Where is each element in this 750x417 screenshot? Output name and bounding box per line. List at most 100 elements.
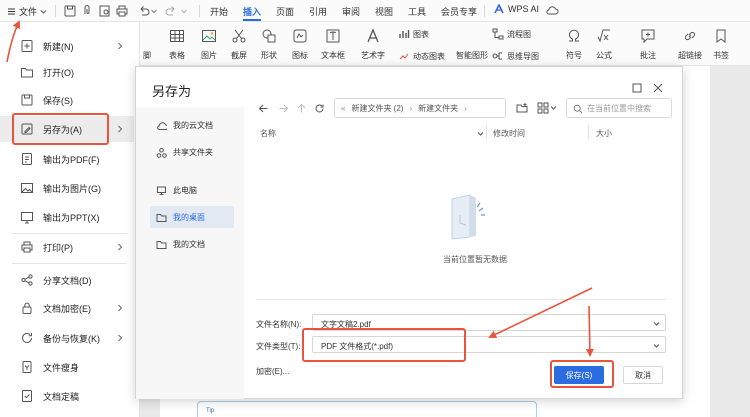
wordart-button[interactable]: 艺术字: [361, 28, 385, 61]
file-menu-item-label: 文件瘦身: [43, 362, 80, 373]
maximize-icon[interactable]: [631, 82, 643, 94]
icon-button[interactable]: 图标: [292, 28, 308, 61]
divider: [256, 299, 666, 300]
close-icon[interactable]: [652, 82, 664, 94]
location-item[interactable]: 此电脑: [150, 179, 234, 201]
wps-ai-button[interactable]: WPS AI: [494, 4, 539, 14]
breadcrumb-item[interactable]: 新建文件夹: [418, 103, 458, 114]
search-icon: [573, 104, 583, 114]
location-item-label: 我的桌面: [173, 212, 205, 222]
undo-icon[interactable]: [137, 4, 151, 18]
pdf-export-icon[interactable]: [81, 4, 95, 18]
location-item[interactable]: 共享文件夹: [150, 141, 234, 163]
tab-page[interactable]: 页面: [276, 5, 294, 18]
mindmap-icon: [492, 52, 502, 60]
dropdown-icon[interactable]: [150, 4, 158, 18]
picture-button[interactable]: 图片: [201, 28, 217, 61]
breadcrumb[interactable]: « 新建文件夹 (2) › 新建文件夹 ›: [334, 98, 506, 118]
chevron-down-icon[interactable]: [550, 104, 557, 111]
chevron-right-icon: [118, 334, 123, 342]
cloud-sync-icon[interactable]: [545, 4, 559, 18]
view-mode-icon[interactable]: [537, 102, 549, 114]
bookmark-label: 书签: [713, 51, 729, 60]
file-menu-item[interactable]: 打印(P): [0, 234, 134, 260]
chevron-down-icon[interactable]: [653, 342, 660, 349]
tab-view[interactable]: 视图: [375, 5, 393, 18]
smart-art-button[interactable]: 智能图形: [456, 50, 488, 61]
print-preview-icon[interactable]: [98, 4, 112, 18]
formula-button[interactable]: 公式: [596, 28, 612, 61]
tab-home[interactable]: 开始: [210, 5, 228, 18]
dropdown-icon[interactable]: [180, 4, 188, 18]
file-menu-item[interactable]: 备份与恢复(K): [0, 325, 134, 351]
file-menu-button[interactable]: 文件: [4, 3, 48, 19]
picture-icon: [202, 30, 216, 42]
column-header-modified[interactable]: 修改时间: [493, 128, 525, 139]
forward-arrow-icon[interactable]: [278, 103, 289, 114]
lock-icon: [22, 302, 32, 314]
location-item[interactable]: 我的桌面: [150, 206, 234, 228]
location-item[interactable]: 我的云文档: [150, 114, 234, 136]
new-folder-icon[interactable]: [516, 102, 528, 114]
file-menu-item-label: 分享文档(D): [43, 275, 92, 286]
shape-label: 形状: [261, 51, 277, 60]
file-menu-item[interactable]: 文档定稿: [0, 383, 134, 409]
shape-button[interactable]: 形状: [261, 28, 277, 61]
file-menu-item[interactable]: 新建(N): [0, 33, 134, 59]
hyperlink-button[interactable]: 超链接: [678, 28, 702, 61]
dynamic-chart-button[interactable]: 动态图表: [398, 50, 445, 62]
textbox-icon: [326, 29, 340, 43]
flowchart-button[interactable]: 流程图: [492, 28, 531, 40]
file-menu-item[interactable]: 输出为PPT(X): [0, 204, 134, 230]
breadcrumb-item[interactable]: 新建文件夹 (2): [351, 103, 403, 114]
symbol-button[interactable]: 符号: [566, 28, 582, 61]
file-menu-item[interactable]: 输出为图片(G): [0, 175, 134, 201]
file-menu-item[interactable]: 文件瘦身: [0, 354, 134, 380]
ppt-icon: [21, 212, 33, 224]
screenshot-button[interactable]: 截屏: [231, 28, 247, 61]
redo-icon[interactable]: [164, 4, 178, 18]
refresh-icon[interactable]: [314, 103, 325, 114]
chart-button[interactable]: 图表: [398, 28, 429, 40]
image-icon: [21, 183, 33, 193]
comment-button[interactable]: 批注: [640, 28, 656, 61]
table-button[interactable]: 表格: [169, 28, 185, 61]
file-menu-item-label: 保存(S): [43, 95, 73, 106]
mindmap-button[interactable]: 思维导图: [492, 50, 539, 62]
back-arrow-icon[interactable]: [258, 103, 269, 114]
file-menu-item[interactable]: 文档加密(E): [0, 295, 134, 321]
file-menu-item[interactable]: 保存(S): [0, 87, 134, 113]
icons-library-icon: [293, 29, 307, 43]
file-menu-item[interactable]: 打开(O): [0, 59, 134, 85]
cancel-button[interactable]: 取消: [623, 366, 663, 384]
file-menu-item[interactable]: 输出为PDF(F): [0, 146, 134, 172]
textbox-button[interactable]: 文本框: [321, 28, 345, 61]
bookmark-button[interactable]: 书签: [713, 28, 729, 61]
column-header-name[interactable]: 名称: [260, 128, 276, 139]
search-input[interactable]: [587, 102, 669, 114]
tab-review[interactable]: 审阅: [342, 5, 360, 18]
chart-icon: [399, 30, 410, 38]
tab-references[interactable]: 引用: [309, 5, 327, 18]
location-item[interactable]: 我的文档: [150, 233, 234, 255]
file-menu-item-label: 文档定稿: [43, 391, 80, 402]
annotation-highlight-file-type: [302, 328, 466, 362]
column-header-size[interactable]: 大小: [596, 128, 612, 139]
tab-insert[interactable]: 插入: [243, 5, 261, 18]
file-menu-item-label: 输出为图片(G): [43, 183, 101, 194]
encrypt-link[interactable]: 加密(E)...: [256, 366, 289, 377]
breadcrumb-overflow-icon[interactable]: «: [341, 104, 345, 113]
tab-tools[interactable]: 工具: [408, 5, 426, 18]
print-icon: [21, 241, 33, 253]
file-menu-item[interactable]: 分享文档(D): [0, 267, 134, 293]
up-arrow-icon[interactable]: [296, 103, 307, 114]
cloud-icon: [157, 121, 167, 130]
print-icon[interactable]: [115, 4, 129, 18]
tab-member[interactable]: 会员专享: [441, 5, 477, 18]
chevron-down-icon[interactable]: [653, 320, 660, 327]
bookmark-icon: [716, 29, 726, 43]
search-box[interactable]: [566, 98, 672, 118]
file-menu-panel: 新建(N) 打开(O) 保存(S) 另存为(A) 输出为PDF(F) 输出为图片(G) 输出…: [0, 22, 140, 417]
top-menu-bar: 文件 开始 插入 页面 引用 审阅 视图 工具 会员专享 WPS AI: [0, 0, 750, 22]
save-icon[interactable]: [63, 4, 77, 18]
